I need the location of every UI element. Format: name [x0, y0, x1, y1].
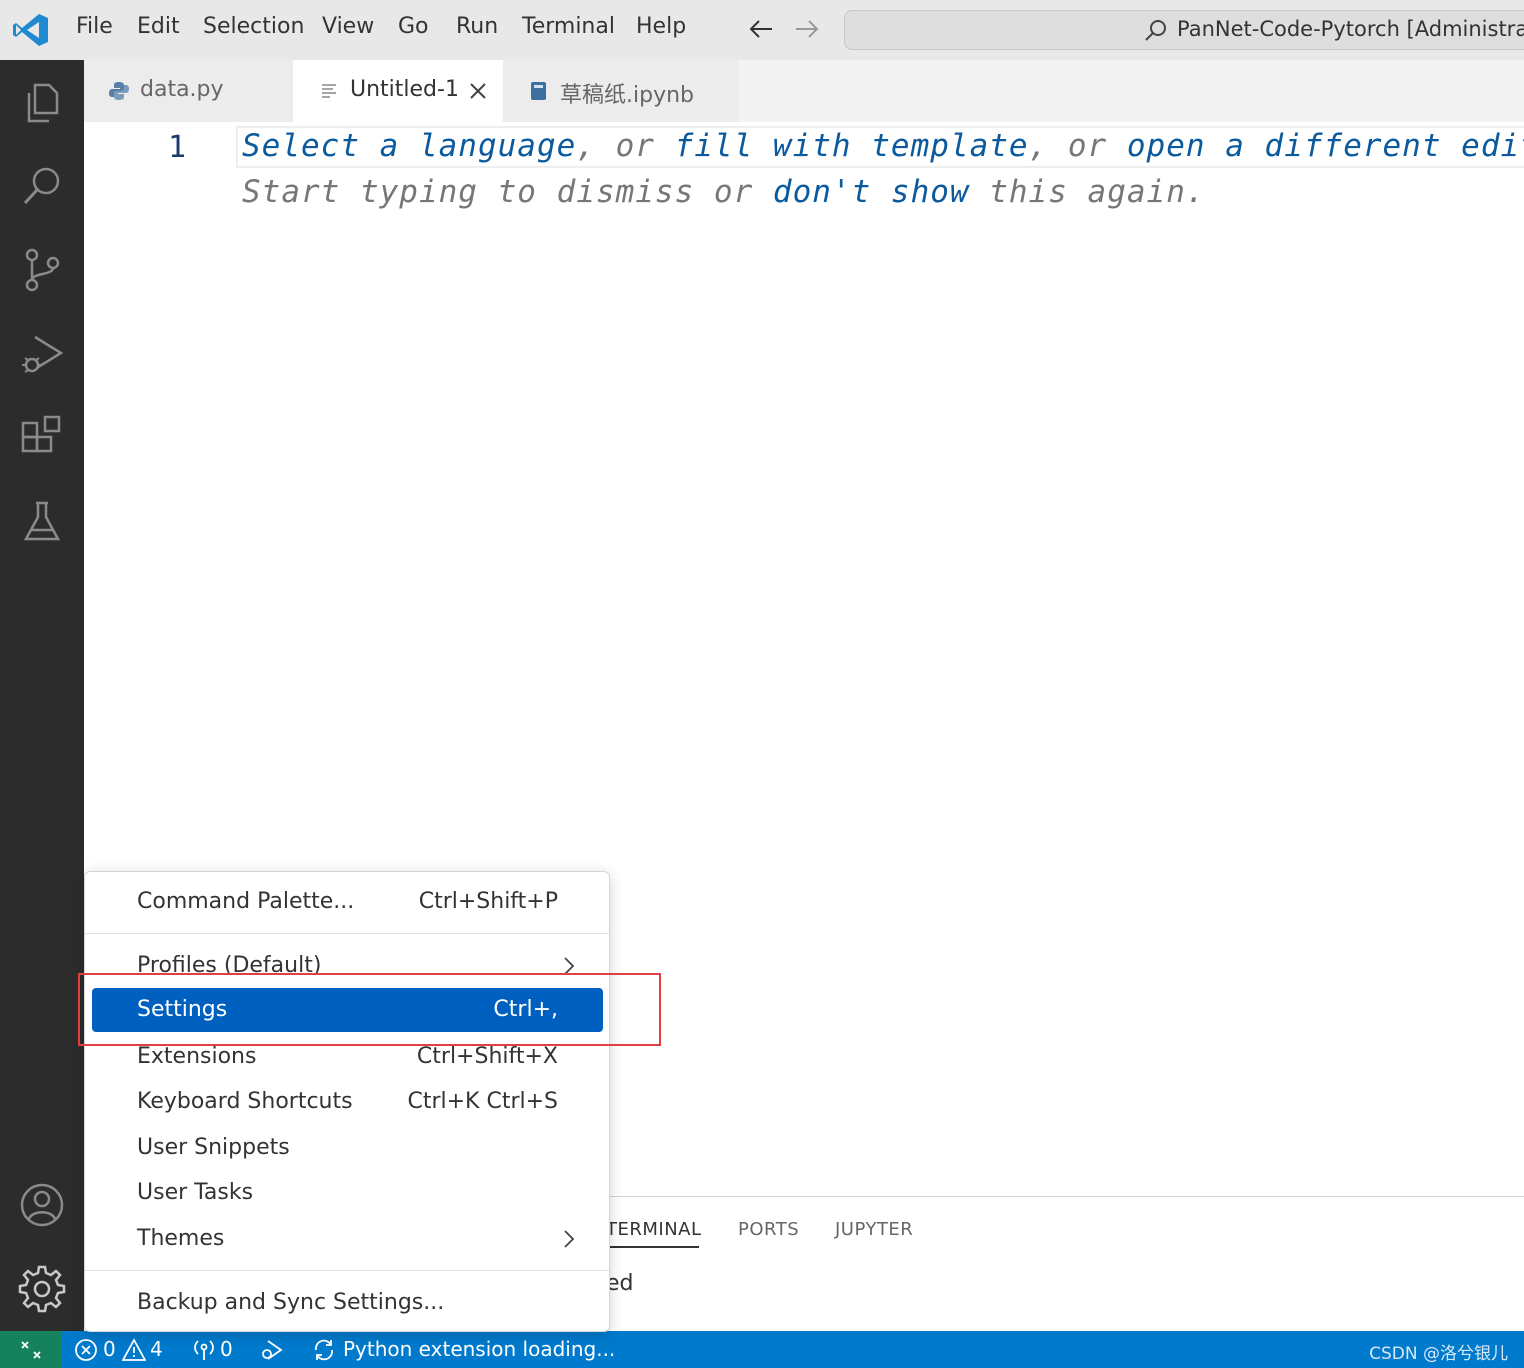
ports-broadcast-icon[interactable]	[192, 1338, 216, 1362]
dont-show-link[interactable]: don't show	[773, 174, 970, 210]
menu-item-shortcut: Ctrl+Shift+X	[416, 1044, 558, 1069]
close-icon[interactable]	[467, 80, 489, 102]
menu-item-label: Themes	[137, 1226, 225, 1251]
ports-count[interactable]: 0	[220, 1337, 233, 1361]
remote-icon	[21, 1341, 41, 1359]
tab-label: data.py	[140, 77, 224, 102]
arrow-right-icon[interactable]	[792, 14, 822, 44]
panel-tab-jupyter[interactable]: JUPYTER	[835, 1219, 913, 1240]
panel-tab-ports[interactable]: PORTS	[738, 1219, 799, 1240]
watermark: CSDN @洛兮银儿	[1369, 1344, 1508, 1364]
arrow-left-icon[interactable]	[746, 14, 776, 44]
notebook-icon	[531, 82, 546, 100]
menu-item-backup-sync[interactable]: Backup and Sync Settings...	[92, 1281, 603, 1325]
explorer-icon[interactable]	[17, 77, 67, 127]
open-editor-link[interactable]: open a different edito	[1127, 128, 1524, 164]
command-center[interactable]: PanNet-Code-Pytorch [Administrator]	[844, 10, 1524, 50]
line-number: 1	[168, 130, 187, 165]
menu-item-label: User Snippets	[137, 1135, 290, 1160]
menu-go[interactable]: Go	[398, 14, 429, 39]
menu-terminal[interactable]: Terminal	[522, 14, 615, 39]
panel-output-text: ed	[606, 1271, 634, 1296]
hint-text: , or	[576, 128, 675, 164]
vscode-logo-icon	[13, 14, 48, 46]
error-icon[interactable]	[74, 1338, 98, 1362]
menu-item-label: Extensions	[137, 1044, 257, 1069]
title-bar: File Edit Selection View Go Run Terminal…	[0, 0, 1524, 60]
editor-hint-line-2: Start typing to dismiss or don't show th…	[242, 174, 1206, 210]
search-sidebar-icon[interactable]	[17, 161, 67, 211]
remote-indicator[interactable]	[0, 1331, 62, 1368]
source-control-icon[interactable]	[17, 245, 67, 295]
hint-text: , or	[1028, 128, 1127, 164]
menu-separator	[85, 1270, 609, 1271]
menu-item-label: User Tasks	[137, 1180, 254, 1205]
select-language-link[interactable]: Select a language	[242, 128, 576, 164]
menu-item-themes[interactable]: Themes	[92, 1217, 603, 1261]
menu-help[interactable]: Help	[636, 14, 686, 39]
activity-bar	[0, 60, 84, 1331]
active-tab-underline	[606, 1246, 699, 1248]
hint-text: this again.	[969, 174, 1206, 210]
window-title: PanNet-Code-Pytorch [Administrator]	[1177, 17, 1524, 41]
chevron-right-icon	[564, 1230, 575, 1248]
tab-data-py[interactable]: data.py	[84, 60, 293, 122]
tab-label: 草稿纸.ipynb	[560, 83, 694, 108]
menu-item-shortcut: Ctrl+K Ctrl+S	[407, 1089, 558, 1114]
run-debug-icon[interactable]	[17, 329, 67, 379]
menu-item-label: Command Palette...	[137, 889, 355, 914]
hint-text: Start typing to dismiss or	[242, 174, 773, 210]
error-count[interactable]: 0	[103, 1337, 116, 1361]
menu-item-command-palette[interactable]: Command Palette... Ctrl+Shift+P	[92, 880, 603, 924]
menu-edit[interactable]: Edit	[137, 14, 180, 39]
python-icon	[109, 82, 129, 100]
menu-item-keyboard-shortcuts[interactable]: Keyboard Shortcuts Ctrl+K Ctrl+S	[92, 1080, 603, 1124]
accounts-icon[interactable]	[17, 1180, 67, 1230]
tab-untitled-1[interactable]: Untitled-1	[293, 60, 503, 122]
editor-hint-line-1: Select a language, or fill with template…	[242, 128, 1524, 164]
gear-icon[interactable]	[17, 1264, 67, 1314]
testing-flask-icon[interactable]	[17, 497, 67, 547]
warning-count[interactable]: 4	[150, 1337, 163, 1361]
menu-item-user-snippets[interactable]: User Snippets	[92, 1126, 603, 1170]
status-bar: 0 4 0 Python extension loading... CSDN @…	[0, 1331, 1524, 1368]
python-status-message[interactable]: Python extension loading...	[343, 1337, 615, 1361]
menu-separator	[85, 933, 609, 934]
extensions-icon[interactable]	[17, 413, 67, 463]
editor-tab-strip: data.py Untitled-1 草稿纸.ipynb	[84, 60, 1524, 122]
tab-label: Untitled-1	[350, 77, 459, 102]
search-icon	[1145, 20, 1166, 41]
fill-template-link[interactable]: fill with template	[675, 128, 1029, 164]
annotation-highlight-box	[78, 973, 661, 1046]
tab-notebook[interactable]: 草稿纸.ipynb	[503, 60, 739, 122]
menu-item-user-tasks[interactable]: User Tasks	[92, 1171, 603, 1215]
menu-item-label: Keyboard Shortcuts	[137, 1089, 353, 1114]
menu-file[interactable]: File	[76, 14, 113, 39]
menu-item-shortcut: Ctrl+Shift+P	[418, 889, 558, 914]
menu-selection[interactable]: Selection	[203, 14, 304, 39]
warning-icon[interactable]	[122, 1338, 146, 1362]
menu-run[interactable]: Run	[456, 14, 498, 39]
menu-item-label: Backup and Sync Settings...	[137, 1290, 445, 1315]
sync-loading-icon	[315, 1339, 333, 1361]
text-file-icon	[322, 84, 336, 98]
manage-context-menu: Command Palette... Ctrl+Shift+P Profiles…	[84, 871, 610, 1332]
panel-tab-terminal[interactable]: TERMINAL	[606, 1219, 702, 1240]
menu-view[interactable]: View	[322, 14, 374, 39]
debug-icon[interactable]	[259, 1338, 283, 1362]
